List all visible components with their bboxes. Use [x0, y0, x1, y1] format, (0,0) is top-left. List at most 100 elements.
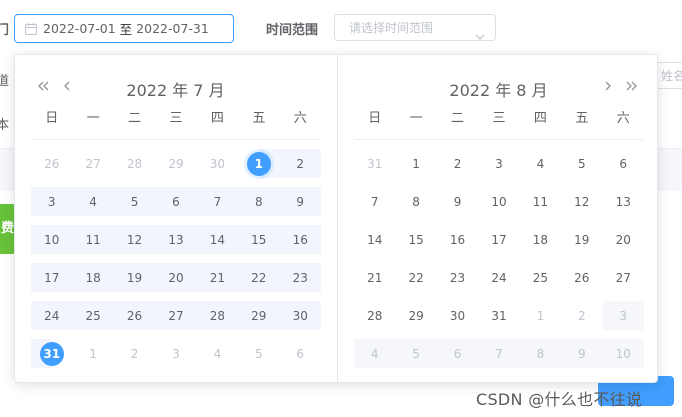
calendar-day[interactable]: 25 [520, 258, 561, 296]
calendar-day[interactable]: 1 [72, 334, 113, 372]
calendar-day[interactable]: 23 [279, 258, 321, 296]
calendar-day[interactable]: 27 [72, 144, 113, 182]
calendar-day[interactable]: 28 [196, 296, 239, 334]
calendar-day[interactable]: 15 [395, 220, 436, 258]
calendar-day[interactable]: 26 [561, 258, 602, 296]
calendar-day: 4 [354, 334, 396, 372]
day-number: 27 [85, 157, 101, 171]
calendar-day[interactable]: 26 [31, 144, 72, 182]
calendar-day[interactable]: 30 [437, 296, 478, 334]
calendar-day[interactable]: 3 [478, 144, 519, 182]
calendar-day[interactable]: 4 [72, 182, 114, 220]
time-range-label: 时间范围 [266, 23, 319, 38]
day-number: 6 [172, 195, 180, 209]
calendar-day[interactable]: 20 [603, 220, 644, 258]
calendar-day[interactable]: 4 [197, 334, 238, 372]
calendar-day[interactable]: 7 [196, 182, 239, 220]
calendar-day[interactable]: 3 [31, 182, 73, 220]
calendar-day[interactable]: 17 [31, 258, 73, 296]
weekday-label: 四 [210, 111, 224, 126]
calendar-day[interactable]: 29 [155, 144, 196, 182]
calendar-day[interactable]: 15 [238, 220, 280, 258]
calendar-day: 3 [602, 296, 644, 334]
calendar-day[interactable]: 7 [354, 182, 395, 220]
calendar-day[interactable]: 31 [354, 144, 395, 182]
calendar-day[interactable]: 6 [603, 144, 644, 182]
day-number: 24 [44, 309, 60, 323]
calendar-week-row: 17 18 19 20 21 22 23 [31, 258, 321, 296]
calendar-day[interactable]: 9 [437, 182, 478, 220]
calendar-day[interactable]: 1 [520, 296, 561, 334]
day-number: 3 [172, 347, 180, 361]
day-number: 31 [367, 157, 383, 171]
calendar-day[interactable]: 20 [155, 258, 197, 296]
calendar-day[interactable]: 2 [279, 144, 321, 182]
calendar-day[interactable]: 14 [354, 220, 395, 258]
calendar-day[interactable]: 29 [395, 296, 436, 334]
right-arrow-icon[interactable] [602, 80, 614, 92]
calendar-day[interactable]: 17 [478, 220, 519, 258]
calendar-day[interactable]: 2 [561, 296, 602, 334]
calendar-day[interactable]: 11 [72, 220, 114, 258]
double-right-arrow-icon[interactable] [626, 80, 638, 92]
calendar-day[interactable]: 24 [31, 296, 73, 334]
date-range-input[interactable]: 2022-07-01 至 2022-07-31 [14, 14, 234, 43]
calendar-day[interactable]: 27 [603, 258, 644, 296]
calendar-day[interactable]: 16 [437, 220, 478, 258]
calendar-day[interactable]: 14 [196, 220, 239, 258]
calendar-day[interactable]: 22 [238, 258, 280, 296]
calendar-day[interactable]: 10 [31, 220, 73, 258]
calendar-day[interactable]: 6 [155, 182, 197, 220]
calendar-day[interactable]: 19 [113, 258, 156, 296]
calendar-day[interactable]: 10 [478, 182, 519, 220]
calendar-day[interactable]: 13 [603, 182, 644, 220]
calendar-day[interactable]: 30 [197, 144, 238, 182]
calendar-day[interactable]: 18 [72, 258, 114, 296]
calendar-day[interactable]: 29 [238, 296, 280, 334]
calendar-day[interactable]: 2 [437, 144, 478, 182]
calendar-day[interactable]: 13 [155, 220, 197, 258]
time-range-select[interactable]: 请选择时间范围 [334, 14, 496, 41]
calendar-day[interactable]: 16 [279, 220, 321, 258]
calendar-day[interactable]: 23 [437, 258, 478, 296]
calendar-week-row: 24 25 26 27 28 29 30 [31, 296, 321, 334]
weekday-label: 二 [451, 111, 465, 126]
day-number: 8 [412, 195, 420, 209]
day-number: 25 [85, 309, 101, 323]
calendar-day[interactable]: 27 [155, 296, 197, 334]
calendar-day[interactable]: 1 [395, 144, 436, 182]
calendar-day[interactable]: 6 [280, 334, 321, 372]
day-number: 2 [577, 309, 586, 323]
calendar-day[interactable]: 12 [113, 220, 156, 258]
day-number: 23 [449, 271, 466, 285]
calendar-day[interactable]: 19 [561, 220, 602, 258]
calendar-day[interactable]: 24 [478, 258, 519, 296]
calendar-day[interactable]: 4 [520, 144, 561, 182]
calendar-day[interactable]: 31 [31, 334, 72, 372]
calendar-day[interactable]: 8 [395, 182, 436, 220]
calendar-day[interactable]: 1 [238, 144, 280, 182]
calendar-day[interactable]: 8 [238, 182, 280, 220]
calendar-day[interactable]: 9 [279, 182, 321, 220]
calendar-day: 7 [478, 334, 520, 372]
range-start-value[interactable]: 2022-07-01 [43, 21, 116, 36]
calendar-day[interactable]: 5 [561, 144, 602, 182]
calendar-day[interactable]: 3 [155, 334, 196, 372]
calendar-day[interactable]: 26 [113, 296, 156, 334]
calendar-day[interactable]: 5 [238, 334, 279, 372]
calendar-day[interactable]: 18 [520, 220, 561, 258]
calendar-day[interactable]: 25 [72, 296, 114, 334]
calendar-day[interactable]: 5 [113, 182, 156, 220]
calendar-day[interactable]: 11 [520, 182, 561, 220]
calendar-day[interactable]: 30 [279, 296, 321, 334]
calendar-day[interactable]: 28 [354, 296, 395, 334]
calendar-day[interactable]: 21 [354, 258, 395, 296]
range-end-value[interactable]: 2022-07-31 [136, 21, 209, 36]
calendar-day[interactable]: 12 [561, 182, 602, 220]
calendar-day[interactable]: 31 [478, 296, 519, 334]
calendar-day[interactable]: 22 [395, 258, 436, 296]
calendar-day[interactable]: 2 [114, 334, 155, 372]
calendar-day[interactable]: 21 [196, 258, 239, 296]
calendar-day[interactable]: 28 [114, 144, 155, 182]
day-number: 5 [577, 157, 586, 171]
